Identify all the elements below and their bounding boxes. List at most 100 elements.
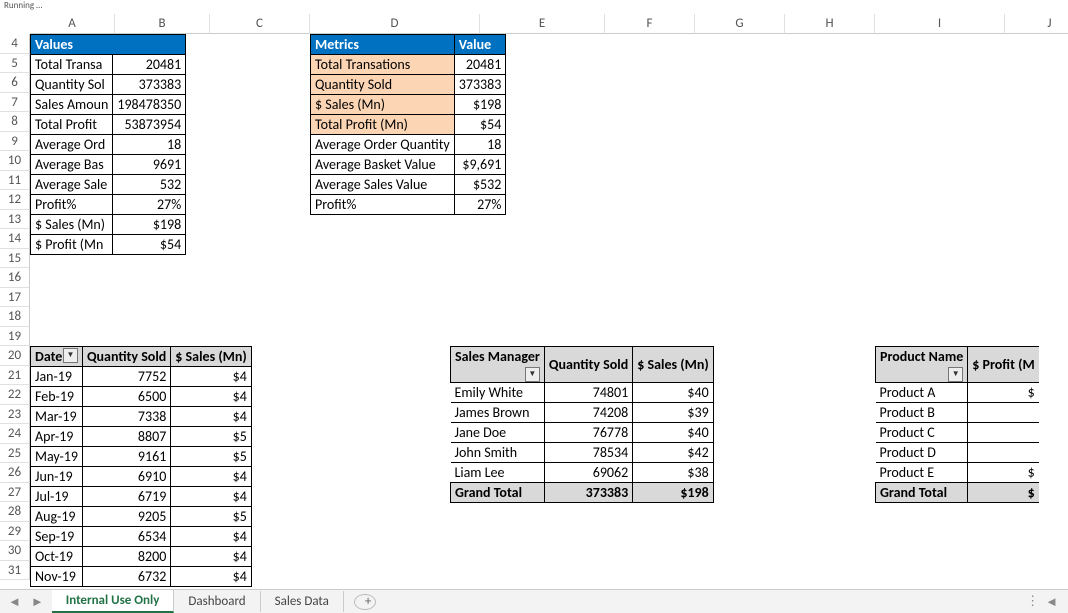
col-header-e[interactable]: E: [480, 14, 605, 34]
row-header-31[interactable]: 31: [0, 561, 30, 581]
row-header-25[interactable]: 25: [0, 444, 30, 464]
col-header-h[interactable]: H: [785, 14, 875, 34]
date-table-header[interactable]: Quantity Sold: [82, 347, 170, 367]
col-header-g[interactable]: G: [695, 14, 785, 34]
values-row-value: 198478350: [113, 95, 186, 115]
table-cell: $4: [171, 467, 252, 487]
row-header-9[interactable]: 9: [0, 132, 30, 152]
values-row-label: Average Sale: [31, 175, 113, 195]
col-header-c[interactable]: C: [210, 14, 310, 34]
product-table-header[interactable]: Product Name▼: [876, 347, 968, 383]
col-header-f[interactable]: F: [605, 14, 695, 34]
tab-scroll-left-icon[interactable]: ◄: [1045, 594, 1058, 610]
values-row-value: 53873954: [113, 115, 186, 135]
col-header-i[interactable]: I: [875, 14, 1005, 34]
row-header-23[interactable]: 23: [0, 405, 30, 425]
metrics-row-value: $9,691: [454, 155, 506, 175]
table-cell: 7752: [82, 367, 170, 387]
filter-dropdown-icon[interactable]: ▼: [63, 348, 78, 363]
metrics-row-value: 373383: [454, 75, 506, 95]
col-header-j[interactable]: J: [1005, 14, 1068, 34]
table-cell: 7338: [82, 407, 170, 427]
date-table-header[interactable]: $ Sales (Mn): [171, 347, 252, 367]
col-header-d[interactable]: D: [310, 14, 480, 34]
add-sheet-button[interactable]: +: [354, 594, 376, 610]
row-header-28[interactable]: 28: [0, 502, 30, 522]
values-row-label: Sales Amoun: [31, 95, 113, 115]
row-header-27[interactable]: 27: [0, 483, 30, 503]
row-header-5[interactable]: 5: [0, 54, 30, 74]
sheet-tab[interactable]: Dashboard: [174, 591, 260, 612]
row-header-8[interactable]: 8: [0, 112, 30, 132]
row-header-30[interactable]: 30: [0, 541, 30, 561]
table-cell: James Brown: [451, 403, 545, 423]
row-header-15[interactable]: 15: [0, 249, 30, 269]
row-header-13[interactable]: 13: [0, 210, 30, 230]
table-cell: [968, 443, 1039, 463]
metrics-row-label: Total Profit (Mn): [311, 115, 455, 135]
table-cell: Oct-19: [31, 547, 83, 567]
product-table-header[interactable]: $ Profit (M: [968, 347, 1039, 383]
grand-total-label: Grand Total: [451, 483, 545, 503]
tab-scroll-handle-icon[interactable]: ⋮: [1026, 594, 1039, 609]
table-cell: 74208: [544, 403, 632, 423]
table-cell: Nov-19: [31, 567, 83, 587]
filter-dropdown-icon[interactable]: ▼: [525, 367, 540, 382]
table-cell: John Smith: [451, 443, 545, 463]
row-header-7[interactable]: 7: [0, 93, 30, 113]
values-row-label: Total Profit: [31, 115, 113, 135]
row-header-29[interactable]: 29: [0, 522, 30, 542]
table-cell: $40: [633, 423, 714, 443]
manager-table-header[interactable]: Sales Manager▼: [451, 347, 545, 383]
filter-dropdown-icon[interactable]: ▼: [948, 367, 963, 382]
table-cell: $39: [633, 403, 714, 423]
table-cell: Product B: [876, 403, 968, 423]
row-header-20[interactable]: 20: [0, 346, 30, 366]
sheet-tab[interactable]: Internal Use Only: [52, 590, 175, 613]
date-table-header[interactable]: Date▼: [31, 347, 83, 367]
row-header-10[interactable]: 10: [0, 151, 30, 171]
sheet-tabs: Internal Use OnlyDashboardSales Data: [52, 590, 344, 613]
table-cell: 6719: [82, 487, 170, 507]
table-cell: 8200: [82, 547, 170, 567]
chevron-left-icon[interactable]: ◄: [8, 594, 21, 610]
row-header-22[interactable]: 22: [0, 385, 30, 405]
product-table: Product Name▼$ Profit (MProduct A $ Produc…: [875, 346, 1039, 503]
table-cell: 6732: [82, 567, 170, 587]
manager-table-header[interactable]: Quantity Sold: [544, 347, 632, 383]
row-header-17[interactable]: 17: [0, 288, 30, 308]
table-cell: $4: [171, 547, 252, 567]
table-cell: Mar-19: [31, 407, 83, 427]
table-cell: 8807: [82, 427, 170, 447]
col-header-b[interactable]: B: [115, 14, 210, 34]
row-header-12[interactable]: 12: [0, 190, 30, 210]
metrics-row-label: $ Sales (Mn): [311, 95, 455, 115]
sheet-tab[interactable]: Sales Data: [261, 591, 344, 612]
row-header-18[interactable]: 18: [0, 307, 30, 327]
table-cell: Jun-19: [31, 467, 83, 487]
row-header-6[interactable]: 6: [0, 73, 30, 93]
table-cell: 9205: [82, 507, 170, 527]
row-header-14[interactable]: 14: [0, 229, 30, 249]
grand-total-value: $: [968, 483, 1039, 503]
row-header-4[interactable]: 4: [0, 34, 30, 54]
row-header-26[interactable]: 26: [0, 463, 30, 483]
chevron-right-icon[interactable]: ►: [31, 594, 44, 610]
metrics-row-value: $198: [454, 95, 506, 115]
row-header-21[interactable]: 21: [0, 366, 30, 386]
date-table: Date▼Quantity Sold$ Sales (Mn)Jan-197752…: [30, 346, 252, 587]
values-row-value: $54: [113, 235, 186, 255]
table-cell: $4: [171, 487, 252, 507]
values-row-label: Average Ord: [31, 135, 113, 155]
row-header-16[interactable]: 16: [0, 268, 30, 288]
table-cell: Product A: [876, 383, 968, 403]
row-header-24[interactable]: 24: [0, 424, 30, 444]
tab-nav-arrows[interactable]: ◄ ►: [0, 594, 52, 610]
row-header-19[interactable]: 19: [0, 327, 30, 347]
values-row-value: 9691: [113, 155, 186, 175]
row-header-11[interactable]: 11: [0, 171, 30, 191]
col-header-a[interactable]: A: [30, 14, 115, 34]
table-cell: $5: [171, 447, 252, 467]
manager-table-header[interactable]: $ Sales (Mn): [633, 347, 714, 383]
values-row-value: 18: [113, 135, 186, 155]
